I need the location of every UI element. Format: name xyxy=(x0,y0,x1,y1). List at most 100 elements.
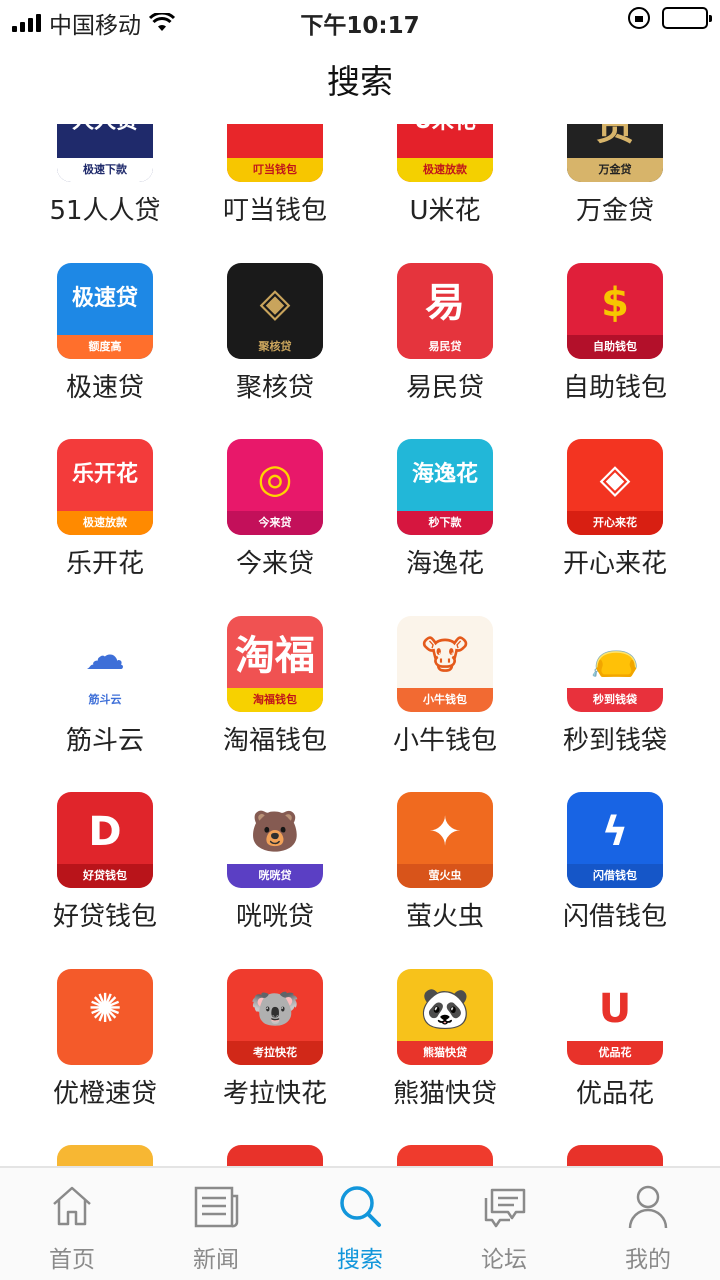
app-item[interactable]: 人人贷极速下款 51人人贷 xyxy=(20,124,190,249)
tab-home[interactable]: 首页 xyxy=(0,1168,144,1280)
app-item[interactable] xyxy=(530,1131,700,1166)
tab-profile[interactable]: 我的 xyxy=(576,1168,720,1280)
app-item[interactable] xyxy=(360,1131,530,1166)
app-icon-band: 优品花 xyxy=(567,1040,663,1065)
app-item[interactable]: 🐼 熊猫快贷 熊猫快贷 xyxy=(360,955,530,1132)
yinghuochong-icon: ✦ 萤火虫 xyxy=(397,792,493,888)
jindouyun-icon: ☁ 筋斗云 xyxy=(57,615,153,712)
app-icon-glyph: 海逸花 xyxy=(411,462,478,487)
youcheng-icon: ✺ xyxy=(57,968,153,1065)
app-icon-band: 考拉快花 xyxy=(227,1040,323,1065)
app-name: 开心来花 xyxy=(562,549,667,579)
app-item[interactable]: U 优品花 优品花 xyxy=(530,955,700,1132)
juhedai-icon: ◈ 聚核贷 xyxy=(227,262,323,359)
app-name: 好贷钱包 xyxy=(52,902,157,932)
app-item[interactable]: U米花极速放款 U米花 xyxy=(360,124,530,249)
youpinhua-icon: U 优品花 xyxy=(567,968,663,1065)
app-icon-band: 极速下款 xyxy=(57,158,153,182)
app-icon-band: 秒下款 xyxy=(397,511,493,535)
app-item[interactable]: ✺ 优橙速贷 xyxy=(20,955,190,1132)
app-icon-glyph: 🐼 xyxy=(420,985,470,1032)
app-icon-band: 咣咣贷 xyxy=(227,864,323,888)
app-item[interactable]: 🐮 小牛钱包 小牛钱包 xyxy=(360,602,530,779)
tab-news[interactable]: 新闻 xyxy=(144,1168,288,1280)
taofu-wallet-icon: 淘福 淘福钱包 xyxy=(227,615,323,712)
app-icon-glyph: ☁ xyxy=(85,632,125,679)
tab-label: 新闻 xyxy=(193,1247,239,1273)
app-icon-glyph: 贷 xyxy=(595,124,635,149)
tab-label: 论坛 xyxy=(481,1247,527,1273)
app-item[interactable]: $ 自助钱包 自助钱包 xyxy=(530,249,700,426)
app-icon-band: 万金贷 xyxy=(567,158,663,182)
app-name: 海逸花 xyxy=(405,549,484,579)
app-item[interactable] xyxy=(190,1131,360,1166)
app-icon-band: 聚核贷 xyxy=(227,334,323,359)
app-item[interactable]: 🐻 咣咣贷 咣咣贷 xyxy=(190,778,360,955)
app-name: 自助钱包 xyxy=(562,372,667,403)
tab-label: 首页 xyxy=(49,1247,95,1273)
app-item[interactable]: 淘福 淘福钱包 淘福钱包 xyxy=(190,602,360,779)
app-icon-glyph: ◈ xyxy=(259,279,291,326)
app-icon-glyph: 🐻 xyxy=(250,809,300,855)
app-screen: 中国移动 下午10:17 搜索 人人贷极速下款51人人贷叮当钱包叮当钱包U米花极… xyxy=(0,0,720,1280)
app-item[interactable]: ◈ 开心来花开心来花 xyxy=(530,425,700,602)
app-item[interactable]: 🐨 考拉快花 考拉快花 xyxy=(190,955,360,1132)
app-icon-band: 额度高 xyxy=(57,334,153,359)
app-icon-band: 易民贷 xyxy=(397,334,493,359)
app-icon-band: 小牛钱包 xyxy=(397,687,493,712)
app-name: 萤火虫 xyxy=(405,902,484,932)
status-right xyxy=(628,7,712,29)
app-item[interactable]: 极速贷 额度高 极速贷 xyxy=(20,249,190,426)
app-item[interactable]: ✦ 萤火虫 萤火虫 xyxy=(360,778,530,955)
dingdang-icon: 叮当钱包 xyxy=(227,124,323,182)
yimindai-icon: 易易民贷 xyxy=(397,262,493,359)
app-name: 小牛钱包 xyxy=(392,725,497,756)
app-name: 51人人贷 xyxy=(49,196,161,226)
app-name: 咣咣贷 xyxy=(235,902,314,932)
wanjindai-icon: 贷万金贷 xyxy=(567,124,663,182)
status-time: 下午10:17 xyxy=(300,13,420,39)
tab-label: 我的 xyxy=(625,1247,671,1273)
app-item[interactable]: 贷万金贷 万金贷 xyxy=(530,124,700,249)
umihua-icon: U米花极速放款 xyxy=(397,124,493,182)
app-item[interactable]: 叮当钱包 叮当钱包 xyxy=(190,124,360,249)
zizhu-wallet-icon: $ 自助钱包 xyxy=(567,262,663,359)
app-icon-glyph: 淘福 xyxy=(235,632,315,679)
app-icon-glyph: ◎ xyxy=(257,456,293,502)
app-name: U米花 xyxy=(409,196,481,226)
app-icon-glyph: U xyxy=(598,985,632,1032)
app-icon-glyph: 极速贷 xyxy=(71,285,138,311)
jisudai-icon: 极速贷 额度高 xyxy=(57,262,153,359)
profile-icon xyxy=(622,1180,674,1232)
app-name: 易民贷 xyxy=(405,372,484,403)
app-icon-glyph: D xyxy=(88,809,122,855)
partial-app-icon xyxy=(397,1145,493,1166)
app-name: 万金贷 xyxy=(575,196,654,226)
miaodao-bag-icon: 👝 秒到钱袋 xyxy=(567,615,663,712)
tab-label: 搜索 xyxy=(337,1247,383,1273)
tab-forum[interactable]: 论坛 xyxy=(432,1168,576,1280)
app-icon-band: 萤火虫 xyxy=(397,864,493,888)
xiaoniu-wallet-icon: 🐮 小牛钱包 xyxy=(397,615,493,712)
app-item[interactable]: 易易民贷 易民贷 xyxy=(360,249,530,426)
app-name: 闪借钱包 xyxy=(562,902,667,932)
app-name: 筋斗云 xyxy=(65,725,144,756)
app-item[interactable]: ☁ 筋斗云筋斗云 xyxy=(20,602,190,779)
app-item[interactable]: 海逸花 秒下款 海逸花 xyxy=(360,425,530,602)
search-icon xyxy=(334,1180,386,1232)
kaixinlaihua-icon: ◈ 开心来花 xyxy=(567,439,663,535)
app-icon-glyph: 易 xyxy=(425,279,465,326)
app-item[interactable]: ◈ 聚核贷 聚核贷 xyxy=(190,249,360,426)
app-item[interactable] xyxy=(20,1131,190,1166)
app-item[interactable]: ϟ 闪借钱包闪借钱包 xyxy=(530,778,700,955)
app-icon-band: 极速放款 xyxy=(57,511,153,535)
shanjie-wallet-icon: ϟ 闪借钱包 xyxy=(567,792,663,888)
app-name: 考拉快花 xyxy=(222,1078,327,1109)
app-list-scroll[interactable]: 人人贷极速下款51人人贷叮当钱包叮当钱包U米花极速放款U米花贷万金贷万金贷极速贷… xyxy=(0,124,720,1166)
app-item[interactable]: 乐开花 极速放款 乐开花 xyxy=(20,425,190,602)
app-item[interactable]: ◎ 今来贷 今来贷 xyxy=(190,425,360,602)
tab-search[interactable]: 搜索 xyxy=(288,1168,432,1280)
app-icon-band: 自助钱包 xyxy=(567,334,663,359)
app-item[interactable]: D 好贷钱包 好贷钱包 xyxy=(20,778,190,955)
app-item[interactable]: 👝 秒到钱袋 秒到钱袋 xyxy=(530,602,700,779)
